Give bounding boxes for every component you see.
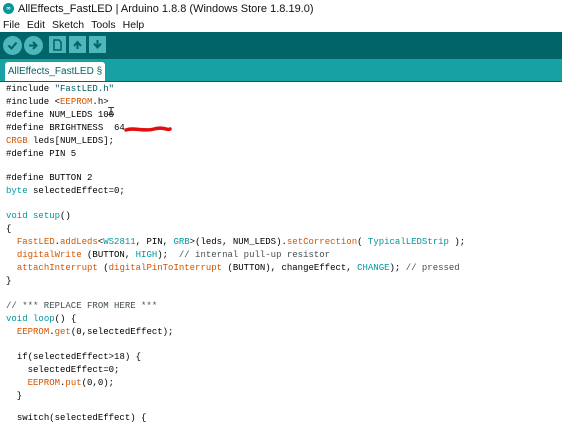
code-line-4: #define BRIGHTNESS 64: [6, 123, 125, 133]
code-line-20: EEPROM.get(0,selectedEffect);: [16, 327, 174, 337]
upload-icon: [29, 41, 38, 50]
upload-button[interactable]: [24, 36, 43, 55]
menu-sketch[interactable]: Sketch: [49, 19, 88, 31]
code-editor[interactable]: #include "FastLED.h" #include <EEPROM.h>…: [0, 84, 562, 429]
title-bar: ∞ AllEffects_FastLED | Arduino 1.8.8 (Wi…: [0, 0, 562, 17]
code-line-24: EEPROM.put(0,0);: [27, 378, 115, 388]
window-title: AllEffects_FastLED | Arduino 1.8.8 (Wind…: [18, 2, 314, 15]
tab-strip: AllEffects_FastLED §: [0, 59, 562, 81]
tab-divider: [0, 81, 562, 82]
code-line-15: attachInterrupt (digitalPinToInterrupt (…: [16, 263, 460, 273]
code-line-9: byte selectedEffect=0;: [6, 186, 125, 196]
code-line-8: #define BUTTON 2: [6, 173, 93, 183]
code-line-3: #define NUM_LEDS 100: [6, 110, 115, 120]
verify-button[interactable]: [3, 36, 22, 55]
code-line-22: if(selectedEffect>18) {: [16, 352, 142, 362]
menu-edit[interactable]: Edit: [24, 19, 49, 31]
code-line-19: void loop() {: [6, 314, 77, 324]
open-icon: [73, 40, 82, 49]
code-line-23: selectedEffect=0;: [6, 365, 120, 375]
code-line-13: FastLED.addLeds<WS2811, PIN, GRB>(leds, …: [16, 237, 466, 247]
code-line-27: switch(selectedEffect) {: [16, 413, 147, 423]
tab-allefects-fastled[interactable]: AllEffects_FastLED §: [5, 62, 105, 81]
code-line-5: CRGB leds[NUM_LEDS];: [6, 136, 115, 146]
code-line-18: // *** REPLACE FROM HERE ***: [6, 301, 158, 311]
verify-icon: [7, 41, 18, 50]
menu-tools[interactable]: Tools: [88, 19, 120, 31]
code-line-1: #include "FastLED.h": [6, 84, 115, 94]
save-icon: [93, 40, 102, 50]
menu-bar: File Edit Sketch Tools Help: [0, 17, 562, 32]
red-annotation-mark: [124, 126, 172, 132]
code-line-16: }: [6, 276, 12, 286]
arduino-logo-icon: ∞: [3, 3, 14, 14]
code-line-11: void setup(): [6, 211, 71, 221]
text-cursor-icon: Ɪ: [108, 105, 115, 118]
menu-file[interactable]: File: [0, 19, 24, 31]
new-sketch-button[interactable]: [49, 36, 66, 53]
new-icon: [53, 38, 62, 51]
code-line-25: }: [6, 391, 23, 401]
menu-help[interactable]: Help: [120, 19, 149, 31]
code-line-2: #include <EEPROM.h>: [6, 97, 109, 107]
code-line-12: {: [6, 224, 12, 234]
open-button[interactable]: [69, 36, 86, 53]
code-line-6: #define PIN 5: [6, 149, 77, 159]
toolbar: [0, 32, 562, 59]
code-line-14: digitalWrite (BUTTON, HIGH); // internal…: [16, 250, 331, 260]
save-button[interactable]: [89, 36, 106, 53]
